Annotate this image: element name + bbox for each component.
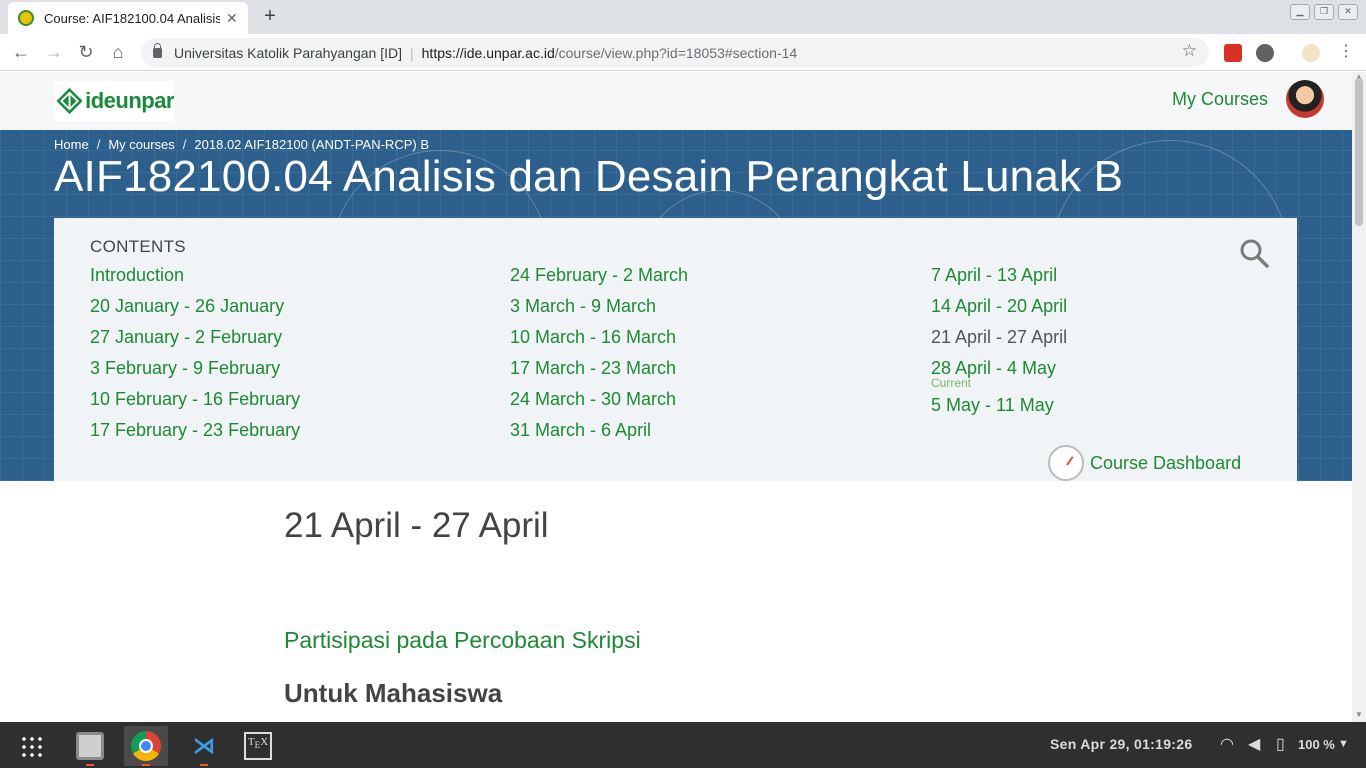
section-link[interactable]: 17 March - 23 March (510, 357, 688, 388)
address-bar[interactable]: Universitas Katolik Parahyangan [ID] | h… (141, 38, 1209, 67)
running-indicator (86, 764, 94, 766)
section-link[interactable]: 17 February - 23 February (90, 419, 300, 450)
contents-column-1: Introduction 20 January - 26 January 27 … (90, 264, 300, 450)
tab-title: Course: AIF182100.04 Analisis dan Desain… (44, 10, 220, 26)
section-link[interactable]: 10 February - 16 February (90, 388, 300, 419)
extension-chat-icon[interactable] (1256, 44, 1274, 62)
os-taskbar: ⋊ TEX Sen Apr 29, 01:19:26 ◠ ◀ ▯ 100 % ▼ (0, 722, 1366, 768)
section-link[interactable]: 24 February - 2 March (510, 264, 688, 295)
contents-column-3: 7 April - 13 April 14 April - 20 April 2… (931, 264, 1067, 425)
volume-icon[interactable]: ◀ (1248, 734, 1260, 754)
course-contents-panel: CONTENTS Introduction 20 January - 26 Ja… (54, 218, 1297, 481)
section-link[interactable]: 5 May - 11 May (931, 394, 1067, 425)
contents-column-2: 24 February - 2 March 3 March - 9 March … (510, 264, 688, 450)
section-link[interactable]: 14 April - 20 April (931, 295, 1067, 326)
back-icon[interactable]: ← (9, 41, 33, 65)
breadcrumb-separator: / (96, 137, 101, 152)
taskbar-files[interactable] (68, 726, 112, 766)
ideunpar-logo-icon (57, 87, 83, 115)
section-link[interactable]: 10 March - 16 March (510, 326, 688, 357)
browser-toolbar: ← → ↻ ⌂ Universitas Katolik Parahyangan … (0, 34, 1366, 71)
browser-menu-icon[interactable]: ⋮ (1334, 41, 1358, 65)
page-scrollbar[interactable]: ▲ ▼ (1352, 72, 1366, 722)
taskbar-chrome[interactable] (124, 726, 168, 766)
breadcrumb-my-courses-link[interactable]: My courses (108, 137, 174, 152)
system-clock[interactable]: Sen Apr 29, 01:19:26 (1050, 736, 1192, 752)
minimize-window-button[interactable]: ▁ (1290, 4, 1310, 20)
course-title: AIF182100.04 Analisis dan Desain Perangk… (54, 152, 1124, 201)
site-logo[interactable]: ideunpar (54, 81, 174, 121)
lock-icon (153, 42, 162, 58)
my-courses-link[interactable]: My Courses (1172, 89, 1268, 110)
extension-todo-icon[interactable] (1224, 44, 1242, 62)
omnibox-separator: | (410, 44, 414, 61)
restore-window-button[interactable]: ❐ (1314, 4, 1334, 20)
taskbar-vscode[interactable]: ⋊ (182, 726, 226, 766)
forward-icon[interactable]: → (42, 41, 66, 65)
section-link[interactable]: 31 March - 6 April (510, 419, 688, 450)
url-host: https://ide.unpar.ac.id (421, 44, 555, 61)
breadcrumb-separator: / (182, 137, 187, 152)
section-link[interactable]: 27 January - 2 February (90, 326, 300, 357)
close-tab-icon[interactable]: ✕ (226, 10, 238, 27)
course-header-banner: Home / My courses / 2018.02 AIF182100 (A… (0, 130, 1352, 481)
system-menu-chevron-icon[interactable]: ▼ (1338, 738, 1349, 750)
logo-text: ideunpar (85, 88, 174, 113)
section-link-introduction[interactable]: Introduction (90, 264, 300, 295)
bookmark-star-icon[interactable]: ☆ (1182, 41, 1197, 61)
browser-tab[interactable]: Course: AIF182100.04 Analisis dan Desain… (8, 2, 248, 34)
site-favicon-icon (18, 10, 34, 26)
battery-percentage: 100 % (1298, 737, 1335, 752)
activity-link[interactable]: Partisipasi pada Percobaan Skripsi (284, 627, 641, 654)
chrome-app-icon (131, 731, 161, 761)
breadcrumb-home-link[interactable]: Home (54, 137, 89, 152)
texmaker-app-icon: TEX (244, 732, 272, 760)
section-link[interactable]: 7 April - 13 April (931, 264, 1067, 295)
section-link[interactable]: 3 February - 9 February (90, 357, 300, 388)
section-link-active[interactable]: 21 April - 27 April (931, 326, 1067, 357)
reload-icon[interactable]: ↻ (74, 41, 98, 65)
new-tab-button[interactable]: + (258, 5, 282, 29)
section-link[interactable]: 20 January - 26 January (90, 295, 300, 326)
vscode-app-icon: ⋊ (193, 733, 215, 758)
scrollbar-thumb[interactable] (1355, 78, 1363, 226)
scroll-down-icon[interactable]: ▼ (1355, 710, 1363, 719)
files-app-icon (76, 732, 104, 760)
close-window-button[interactable]: ✕ (1338, 4, 1358, 20)
app-launcher-icon[interactable] (20, 735, 42, 757)
course-dashboard-label: Course Dashboard (1090, 452, 1242, 473)
battery-icon[interactable]: ▯ (1276, 734, 1285, 754)
user-avatar[interactable] (1286, 80, 1324, 118)
breadcrumb-course-link[interactable]: 2018.02 AIF182100 (ANDT-PAN-RCP) B (194, 137, 429, 152)
tab-strip: Course: AIF182100.04 Analisis dan Desain… (0, 0, 1366, 34)
section-subheading: Untuk Mahasiswa (284, 678, 503, 708)
course-dashboard-link[interactable]: Course Dashboard (1048, 445, 1241, 481)
section-title: 21 April - 27 April (284, 506, 549, 545)
running-indicator (142, 764, 150, 766)
site-navbar: ideunpar My Courses (0, 72, 1352, 130)
running-indicator (200, 764, 208, 766)
search-icon[interactable] (1239, 238, 1269, 268)
profile-avatar-icon[interactable] (1302, 44, 1320, 62)
dashboard-gauge-icon (1048, 445, 1084, 481)
section-link[interactable]: 24 March - 30 March (510, 388, 688, 419)
site-identity: Universitas Katolik Parahyangan [ID] (174, 44, 402, 61)
home-icon[interactable]: ⌂ (106, 41, 130, 65)
url-path: /course/view.php?id=18053#section-14 (554, 44, 798, 61)
taskbar-texmaker[interactable]: TEX (236, 726, 280, 766)
contents-heading: CONTENTS (90, 237, 186, 256)
wifi-icon[interactable]: ◠ (1220, 734, 1234, 754)
section-link[interactable]: 3 March - 9 March (510, 295, 688, 326)
breadcrumb: Home / My courses / 2018.02 AIF182100 (A… (54, 137, 429, 152)
